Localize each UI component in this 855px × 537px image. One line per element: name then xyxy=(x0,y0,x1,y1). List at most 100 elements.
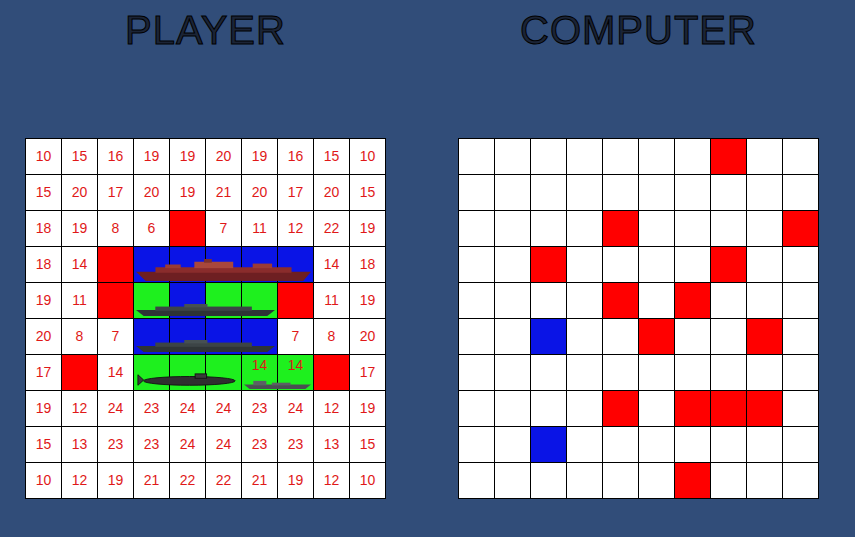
hit-cell[interactable] xyxy=(747,391,782,426)
water-cell[interactable] xyxy=(603,247,638,282)
water-cell[interactable] xyxy=(603,319,638,354)
hit-cell[interactable] xyxy=(603,211,638,246)
water-cell[interactable] xyxy=(459,427,494,462)
number-cell[interactable]: 13 xyxy=(314,427,349,462)
water-cell[interactable] xyxy=(495,355,530,390)
number-cell[interactable]: 14 xyxy=(314,247,349,282)
water-cell[interactable] xyxy=(747,463,782,498)
ship-cell[interactable]: 14 xyxy=(242,355,277,390)
hit-cell[interactable] xyxy=(170,211,205,246)
water-cell[interactable] xyxy=(567,175,602,210)
water-cell[interactable] xyxy=(567,139,602,174)
water-cell[interactable] xyxy=(495,427,530,462)
number-cell[interactable]: 17 xyxy=(26,355,61,390)
water-cell[interactable] xyxy=(639,427,674,462)
number-cell[interactable]: 18 xyxy=(26,211,61,246)
number-cell[interactable]: 11 xyxy=(314,283,349,318)
number-cell[interactable]: 19 xyxy=(278,463,313,498)
number-cell[interactable]: 7 xyxy=(278,319,313,354)
number-cell[interactable]: 18 xyxy=(350,247,385,282)
number-cell[interactable]: 24 xyxy=(170,391,205,426)
water-cell[interactable] xyxy=(675,427,710,462)
water-cell[interactable] xyxy=(459,247,494,282)
ship-cell[interactable] xyxy=(170,283,205,318)
number-cell[interactable]: 19 xyxy=(350,283,385,318)
number-cell[interactable]: 19 xyxy=(98,463,133,498)
number-cell[interactable]: 7 xyxy=(98,319,133,354)
number-cell[interactable]: 20 xyxy=(350,319,385,354)
number-cell[interactable]: 18 xyxy=(26,247,61,282)
number-cell[interactable]: 23 xyxy=(242,427,277,462)
water-cell[interactable] xyxy=(459,139,494,174)
number-cell[interactable]: 20 xyxy=(206,139,241,174)
number-cell[interactable]: 14 xyxy=(62,247,97,282)
water-cell[interactable] xyxy=(567,247,602,282)
water-cell[interactable] xyxy=(639,463,674,498)
number-cell[interactable]: 21 xyxy=(134,463,169,498)
number-cell[interactable]: 16 xyxy=(98,139,133,174)
number-cell[interactable]: 6 xyxy=(134,211,169,246)
water-cell[interactable] xyxy=(603,175,638,210)
water-cell[interactable] xyxy=(711,463,746,498)
hit-cell[interactable] xyxy=(531,247,566,282)
ship-cell[interactable] xyxy=(278,247,313,282)
hit-cell[interactable] xyxy=(98,283,133,318)
water-cell[interactable] xyxy=(603,355,638,390)
number-cell[interactable]: 15 xyxy=(62,139,97,174)
number-cell[interactable]: 20 xyxy=(26,319,61,354)
water-cell[interactable] xyxy=(531,391,566,426)
water-cell[interactable] xyxy=(531,463,566,498)
water-cell[interactable] xyxy=(603,427,638,462)
number-cell[interactable]: 23 xyxy=(278,427,313,462)
ship-cell[interactable] xyxy=(170,247,205,282)
number-cell[interactable]: 11 xyxy=(62,283,97,318)
number-cell[interactable]: 11 xyxy=(242,211,277,246)
water-cell[interactable] xyxy=(459,355,494,390)
hit-cell[interactable] xyxy=(747,319,782,354)
number-cell[interactable]: 10 xyxy=(26,139,61,174)
number-cell[interactable]: 24 xyxy=(206,427,241,462)
hit-cell[interactable] xyxy=(783,211,818,246)
water-cell[interactable] xyxy=(639,247,674,282)
hit-cell[interactable] xyxy=(62,355,97,390)
water-cell[interactable] xyxy=(639,391,674,426)
water-cell[interactable] xyxy=(783,247,818,282)
water-cell[interactable] xyxy=(783,391,818,426)
ship-cell[interactable] xyxy=(206,319,241,354)
ship-cell[interactable] xyxy=(134,247,169,282)
ship-cell[interactable] xyxy=(134,355,169,390)
number-cell[interactable]: 21 xyxy=(206,175,241,210)
water-cell[interactable] xyxy=(747,175,782,210)
water-cell[interactable] xyxy=(639,283,674,318)
water-cell[interactable] xyxy=(531,355,566,390)
hit-cell[interactable] xyxy=(675,283,710,318)
number-cell[interactable]: 23 xyxy=(98,427,133,462)
miss-cell[interactable] xyxy=(531,319,566,354)
water-cell[interactable] xyxy=(603,139,638,174)
hit-cell[interactable] xyxy=(711,139,746,174)
water-cell[interactable] xyxy=(495,247,530,282)
number-cell[interactable]: 20 xyxy=(62,175,97,210)
water-cell[interactable] xyxy=(675,139,710,174)
water-cell[interactable] xyxy=(531,139,566,174)
water-cell[interactable] xyxy=(495,175,530,210)
number-cell[interactable]: 19 xyxy=(350,391,385,426)
number-cell[interactable]: 13 xyxy=(62,427,97,462)
water-cell[interactable] xyxy=(675,175,710,210)
hit-cell[interactable] xyxy=(314,355,349,390)
water-cell[interactable] xyxy=(639,211,674,246)
hit-cell[interactable] xyxy=(603,283,638,318)
ship-cell[interactable] xyxy=(206,355,241,390)
water-cell[interactable] xyxy=(783,175,818,210)
hit-cell[interactable] xyxy=(711,391,746,426)
water-cell[interactable] xyxy=(531,211,566,246)
hit-cell[interactable] xyxy=(639,319,674,354)
water-cell[interactable] xyxy=(711,283,746,318)
miss-cell[interactable] xyxy=(531,427,566,462)
water-cell[interactable] xyxy=(495,319,530,354)
number-cell[interactable]: 24 xyxy=(170,427,205,462)
number-cell[interactable]: 24 xyxy=(98,391,133,426)
number-cell[interactable]: 20 xyxy=(314,175,349,210)
water-cell[interactable] xyxy=(639,355,674,390)
hit-cell[interactable] xyxy=(278,283,313,318)
